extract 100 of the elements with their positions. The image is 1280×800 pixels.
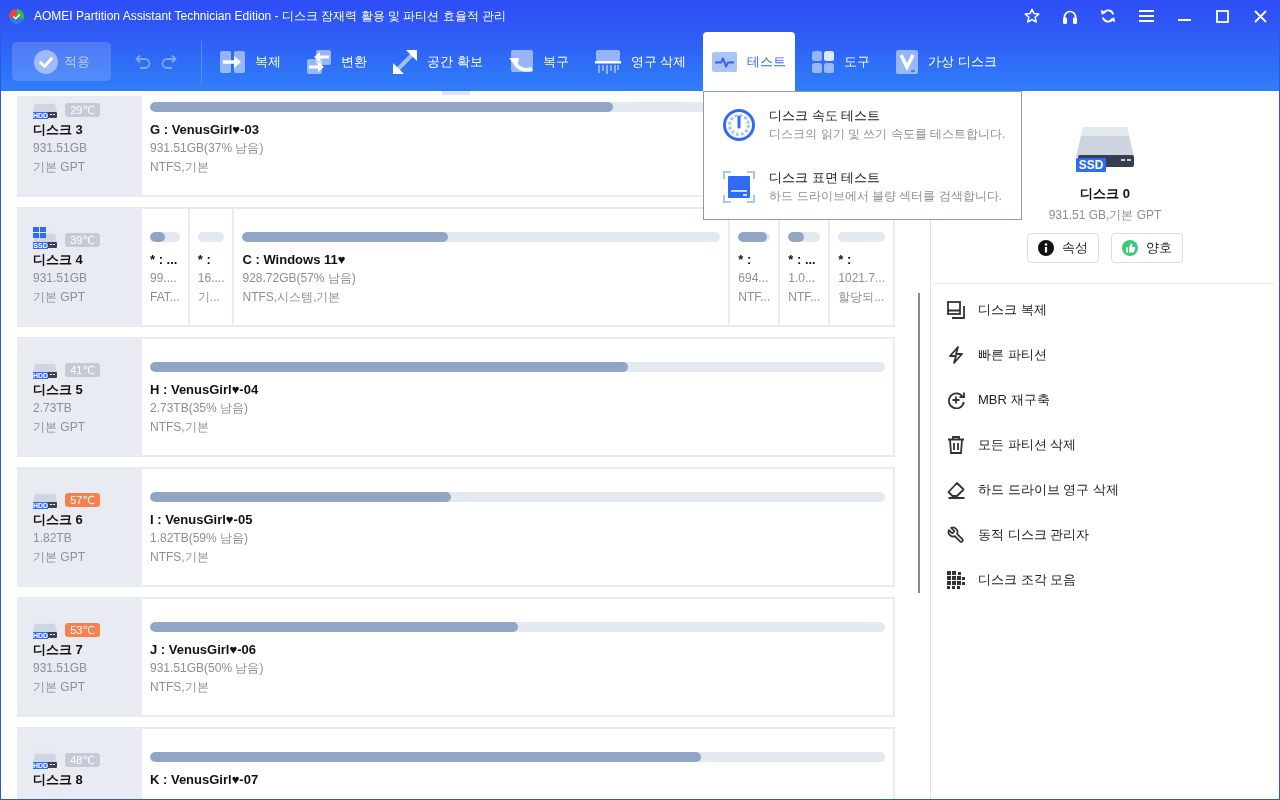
file-system: 기... xyxy=(197,289,220,306)
grid-icon xyxy=(812,50,835,73)
file-system: NTFS,기본 xyxy=(150,419,209,436)
lightning-icon xyxy=(947,345,965,364)
headphones-icon xyxy=(1062,8,1078,24)
partition-size: 16.... xyxy=(197,270,225,287)
toolbar-button[interactable]: 영구 삭제 xyxy=(585,32,696,91)
disk-size: 1.82TB xyxy=(33,530,72,547)
undo-icon xyxy=(135,54,151,69)
partition-size: 99.... xyxy=(150,270,177,287)
disk-size: 931.51GB xyxy=(33,140,88,157)
eraser-icon xyxy=(947,480,965,499)
partition-name: G : VenusGirl♥-03 xyxy=(150,121,259,139)
partition-name: * : ... xyxy=(150,251,178,269)
refresh-icon xyxy=(1100,8,1116,24)
temperature-badge: 53℃ xyxy=(65,622,100,637)
minimize-icon xyxy=(1177,18,1191,21)
temperature-badge: 39℃ xyxy=(65,232,100,247)
copy-arrow-icon xyxy=(220,50,245,73)
partition-name: J : VenusGirl♥-06 xyxy=(150,641,256,659)
toolbar-button[interactable]: 복구 xyxy=(499,32,578,91)
speedometer-icon xyxy=(723,109,756,141)
action-item[interactable]: 빠른 파티션 xyxy=(931,332,1279,377)
redo-icon xyxy=(161,54,177,69)
hard-drive-icon xyxy=(33,490,57,509)
disk-size: 931.51GB xyxy=(33,660,88,677)
trash-icon xyxy=(947,435,965,454)
file-system: FAT... xyxy=(150,289,180,306)
usage-bar xyxy=(838,232,885,242)
scrollbar-thumb[interactable] xyxy=(918,293,920,593)
partition-name: H : VenusGirl♥-04 xyxy=(150,381,259,399)
pulse-icon xyxy=(712,51,738,72)
temperature-badge: 57℃ xyxy=(65,492,100,507)
action-item[interactable]: 동적 디스크 관리자 xyxy=(931,512,1279,557)
toolbar-button[interactable]: 변환 xyxy=(298,32,376,91)
file-system: NTFS,기본 xyxy=(150,679,209,696)
disk-info: 931.51 GB,기본 GPT xyxy=(1048,207,1162,224)
partition-style: 기본 GPT xyxy=(33,159,85,176)
disk-name: 디스크 6 xyxy=(33,511,83,529)
collapse-handle[interactable] xyxy=(442,91,470,95)
menu-item-title[interactable]: 디스크 표면 테스트 xyxy=(769,168,881,187)
disk-name: 디스크 0 xyxy=(1080,185,1130,203)
disk-size: 931.51GB xyxy=(33,270,88,287)
wrench-icon xyxy=(947,525,965,544)
toolbar-button[interactable]: 공간 확보 xyxy=(384,32,492,91)
file-system: NTFS,기본 xyxy=(150,159,209,176)
hard-drive-icon xyxy=(33,100,57,119)
properties-button[interactable]: 속성 xyxy=(1027,233,1099,263)
partition-size: 1.0... xyxy=(788,270,815,287)
file-system: NTFS,기본 xyxy=(150,549,209,566)
action-item[interactable]: 디스크 조각 모음 xyxy=(931,557,1279,602)
maximize-icon xyxy=(1215,9,1229,23)
circle-plus-icon xyxy=(947,390,965,409)
partition-style: 기본 GPT xyxy=(33,289,85,306)
disk-size: 2.73TB xyxy=(33,400,72,417)
partition-size: 931.51GB(50% 남음) xyxy=(150,660,264,677)
health-status-button[interactable]: 양호 xyxy=(1111,233,1183,263)
disk-name: 디스크 5 xyxy=(33,381,83,399)
partition-name: * : xyxy=(838,251,852,269)
usage-bar xyxy=(197,232,225,242)
file-system: NTFS,시스템,기본 xyxy=(242,289,341,306)
file-system: 할당되... xyxy=(838,289,885,306)
toolbar-button[interactable]: 도구 xyxy=(803,32,880,91)
disk-name: 디스크 3 xyxy=(33,121,83,139)
toolbar-button[interactable]: 복제 xyxy=(211,32,290,91)
action-item[interactable]: 하드 드라이브 영구 삭제 xyxy=(931,467,1279,512)
partition-size: 931.51GB(37% 남음) xyxy=(150,140,264,157)
partition-name: C : Windows 11♥ xyxy=(242,251,346,269)
action-item[interactable]: 디스크 복제 xyxy=(931,287,1279,332)
toolbar-button[interactable]: 테스트 xyxy=(703,32,796,91)
close-icon xyxy=(1253,9,1267,23)
menu-icon xyxy=(1138,10,1154,22)
temperature-badge: 41℃ xyxy=(65,362,100,377)
copy-icon xyxy=(947,300,965,319)
partition-size: 1021.7... xyxy=(838,270,885,287)
menu-item-title[interactable]: 디스크 속도 테스트 xyxy=(769,106,881,125)
hard-drive-icon xyxy=(33,750,57,769)
file-system: NTF... xyxy=(788,289,821,306)
menu-item-description: 하드 드라이브에서 불량 섹터를 검색합니다. xyxy=(769,188,1002,205)
info-icon xyxy=(1038,240,1054,256)
star-icon xyxy=(1024,8,1040,24)
partition-style: 기본 GPT xyxy=(33,419,85,436)
partition-name: * : ... xyxy=(788,251,816,269)
thumbs-up-icon xyxy=(1122,240,1138,256)
shredder-icon xyxy=(594,49,621,74)
temperature-badge: 29℃ xyxy=(65,102,100,117)
file-system: NTF... xyxy=(738,289,771,306)
toolbar-button[interactable]: 가상 디스크 xyxy=(887,32,1006,91)
partition-size: 2.73TB(35% 남음) xyxy=(150,400,249,417)
partition-size: 1.82TB(59% 남음) xyxy=(150,530,249,547)
action-item[interactable]: 모든 파티션 삭제 xyxy=(931,422,1279,467)
v-shape-icon xyxy=(896,49,919,74)
drive-type-label: SSD xyxy=(1076,158,1106,172)
action-item[interactable]: MBR 재구축 xyxy=(931,377,1279,422)
partition-style: 기본 GPT xyxy=(33,549,85,566)
menu-item-description: 디스크의 읽기 및 쓰기 속도를 테스트합니다. xyxy=(769,126,1006,143)
window-title: AOMEI Partition Assistant Technician Edition - 디스크 잠재력 활용 및 파티션 효율적 관리 xyxy=(34,7,506,25)
partition-name: * : xyxy=(738,251,752,269)
partition-name: * : xyxy=(197,251,211,269)
partition-name: K : VenusGirl♥-07 xyxy=(150,771,259,789)
